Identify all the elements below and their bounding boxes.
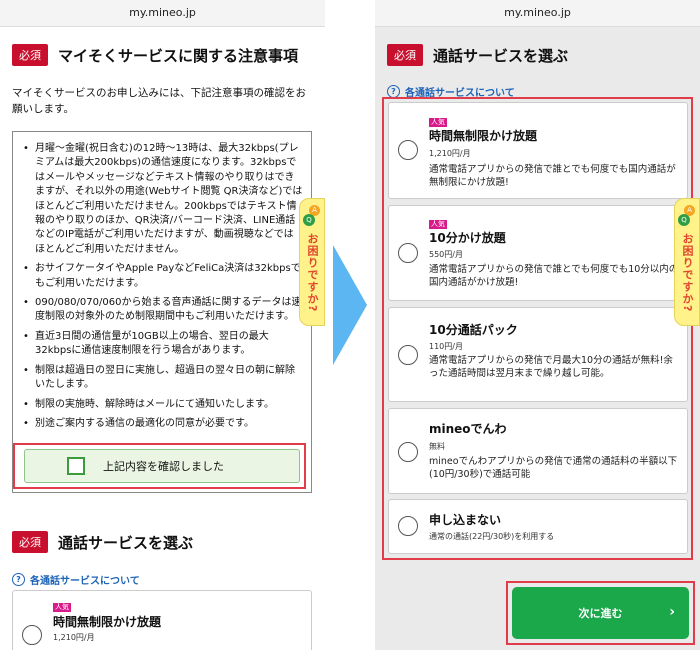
option-price: 1,210円/月 [53,633,95,642]
section-header-call: 必須 通話サービスを選ぶ [387,44,568,66]
radio-button[interactable] [398,345,418,365]
next-step-arrow-icon [333,245,367,365]
section-header-notice: 必須 マイそくサービスに関する注意事項 [12,44,298,66]
option-price: 1,210円/月 [429,149,471,158]
required-badge: 必須 [12,44,48,66]
question-icon: ? [12,573,25,586]
radio-button[interactable] [398,442,418,462]
popular-badge: 人気 [429,118,447,127]
option-name: 時間無制限かけ放題 [429,129,538,143]
checkbox[interactable] [67,457,85,475]
url-bar: my.mineo.jp [0,0,325,27]
option-name: 申し込まない [429,513,502,527]
notice-item: 090/080/070/060から始まる音声通話に関するデータは速度制限の対象外… [23,296,303,325]
popular-badge: 人気 [53,603,71,612]
next-button-label: 次に進む [578,607,623,620]
chevron-right-icon: › [669,604,675,620]
radio-button[interactable] [398,516,418,536]
qa-icon: A Q [303,205,321,227]
notice-item: 制限は超過日の翌日に実施し、超過日の翌々日の朝に解除いたします。 [23,364,303,393]
radio-button[interactable] [22,625,42,645]
notice-list: 月曜〜金曜(祝日含む)の12時〜13時は、最大32kbps(プレミアムは最大20… [13,132,311,432]
notice-item: 別途ご案内する通信の最適化の同意が必要です。 [23,417,303,432]
option-price: 110円/月 [429,342,463,351]
radio-button[interactable] [398,243,418,263]
help-floating-button[interactable]: A Q お困りですか? [674,198,700,326]
option-name: 時間無制限かけ放題 [53,615,162,629]
option-note: 通常の通話(22円/30秒)を利用する [429,532,555,541]
section-header-call: 必須 通話サービスを選ぶ [12,531,193,553]
option-price: 無料 [429,442,445,451]
section-title: マイそくサービスに関する注意事項 [58,46,299,65]
notice-box: 月曜〜金曜(祝日含む)の12時〜13時は、最大32kbps(プレミアムは最大20… [12,131,312,493]
notice-item: 制限の実施時、解除時はメールにて通知いたします。 [23,398,303,413]
qa-icon: A Q [678,205,696,227]
required-badge: 必須 [12,531,48,553]
call-option-10min-pack[interactable]: 10分通話パック 110円/月 通常電話アプリからの発信で月最大10分の通話が無… [388,307,688,402]
option-name: 10分通話パック [429,323,518,337]
confirm-checkbox-button[interactable]: 上記内容を確認しました [24,449,300,483]
notice-item: 月曜〜金曜(祝日含む)の12時〜13時は、最大32kbps(プレミアムは最大20… [23,142,303,257]
call-service-help-link[interactable]: ? 各通話サービスについて [12,572,140,587]
left-screen: my.mineo.jp 必須 マイそくサービスに関する注意事項 マイそくサービス… [0,0,325,650]
call-option-unlimited[interactable]: 人気 時間無制限かけ放題 1,210円/月 通常電話アプリからの発信で誰とでも何… [388,102,688,199]
section-title: 通話サービスを選ぶ [58,533,194,552]
confirm-label: 上記内容を確認しました [103,460,224,473]
option-price: 550円/月 [429,250,463,259]
help-floating-label: お困りですか? [306,233,319,313]
right-screen: my.mineo.jp 必須 通話サービスを選ぶ ? 各通話サービスについて 人… [375,0,700,650]
option-name: 10分かけ放題 [429,231,506,245]
call-option-mineo-denwa[interactable]: mineoでんわ 無料 mineoでんわアプリからの発信で通常の通話料の半額以下… [388,408,688,494]
next-button[interactable]: 次に進む › [512,587,689,639]
call-option-10min[interactable]: 人気 10分かけ放題 550円/月 通常電話アプリからの発信で誰とでも何度でも1… [388,205,688,301]
radio-button[interactable] [398,140,418,160]
required-badge: 必須 [387,44,423,66]
intro-text: マイそくサービスのお申し込みには、下記注意事項の確認をお願いします。 [12,87,306,115]
help-floating-button[interactable]: A Q お困りですか? [299,198,325,326]
url-bar: my.mineo.jp [375,0,700,27]
popular-badge: 人気 [429,220,447,229]
option-description: 通常電話アプリからの発信で誰とでも何度でも10分以内の国内通話がかけ放題! [429,264,679,288]
option-description: 通常電話アプリからの発信で月最大10分の通話が無料!余った通話時間は翌月末まで繰… [429,355,673,379]
help-floating-label: お困りですか? [681,233,694,313]
call-option-none[interactable]: 申し込まない 通常の通話(22円/30秒)を利用する [388,499,688,554]
section-title: 通話サービスを選ぶ [433,46,569,65]
option-description: mineoでんわアプリからの発信で通常の通話料の半額以下(10円/30秒)で通話… [429,456,678,480]
notice-item: おサイフケータイやApple PayなどFeliCa決済は32kbpsでもご利用… [23,262,303,291]
call-option-preview[interactable]: 人気 時間無制限かけ放題 1,210円/月 [12,590,312,650]
option-name: mineoでんわ [429,422,507,436]
option-description: 通常電話アプリからの発信で誰とでも何度でも国内通話が無制限にかけ放題! [429,164,676,188]
help-link-label: 各通話サービスについて [30,576,140,587]
notice-item: 直近3日間の通信量が10GB以上の場合、翌日の最大32kbpsに通信速度制限を行… [23,330,303,359]
